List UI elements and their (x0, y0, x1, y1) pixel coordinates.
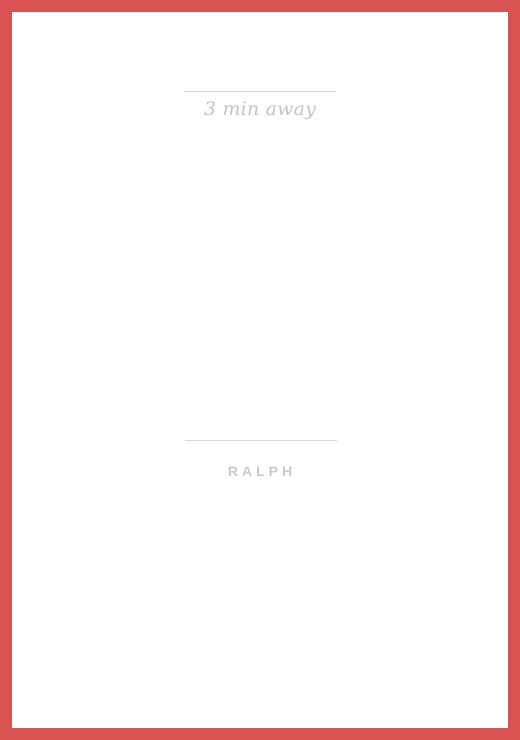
ride-card: 3 min away RALPH (12, 12, 508, 728)
top-divider (184, 91, 336, 92)
driver-name: RALPH (227, 463, 297, 479)
eta-label: 3 min away (203, 98, 317, 120)
bottom-divider (185, 440, 337, 441)
